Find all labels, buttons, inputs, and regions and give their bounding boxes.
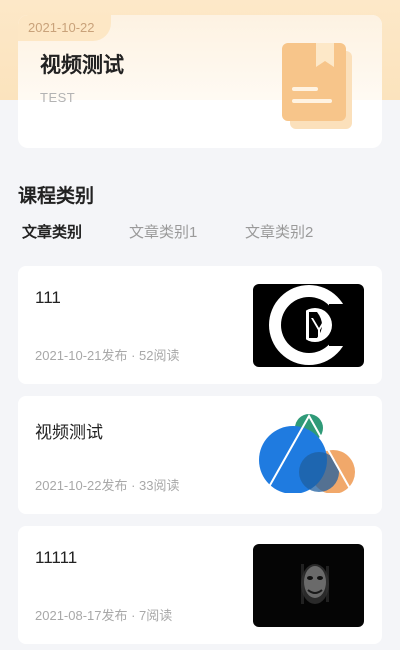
featured-title: 视频测试 bbox=[40, 54, 124, 77]
article-meta: 2021-08-17发布 · 7阅读 bbox=[35, 608, 173, 623]
article-title: 111 bbox=[35, 288, 61, 307]
article-title: 11111 bbox=[35, 548, 78, 567]
featured-course-card[interactable]: 2021-10-22 视频测试 TEST bbox=[18, 15, 382, 148]
tab-category-0[interactable]: 文章类别 bbox=[22, 221, 82, 242]
cdy-logo-thumbnail bbox=[253, 284, 364, 367]
article-meta: 2021-10-22发布 · 33阅读 bbox=[35, 478, 180, 493]
article-title: 视频测试 bbox=[35, 423, 103, 442]
tab-category-1[interactable]: 文章类别1 bbox=[129, 221, 197, 242]
tab-category-2[interactable]: 文章类别2 bbox=[245, 221, 313, 242]
article-meta: 2021-10-21发布 · 52阅读 bbox=[35, 348, 180, 363]
section-title: 课程类别 bbox=[18, 186, 95, 207]
article-card[interactable]: 111 2021-10-21发布 · 52阅读 bbox=[18, 266, 382, 384]
dark-face-thumbnail bbox=[253, 544, 364, 627]
featured-subtitle: TEST bbox=[40, 90, 76, 105]
article-card[interactable]: 视频测试 2021-10-22发布 · 33阅读 bbox=[18, 396, 382, 514]
article-card[interactable]: 11111 2021-08-17发布 · 7阅读 bbox=[18, 526, 382, 644]
featured-date-tag: 2021-10-22 bbox=[18, 15, 111, 41]
book-icon bbox=[280, 43, 356, 131]
color-circles-thumbnail bbox=[253, 414, 364, 497]
